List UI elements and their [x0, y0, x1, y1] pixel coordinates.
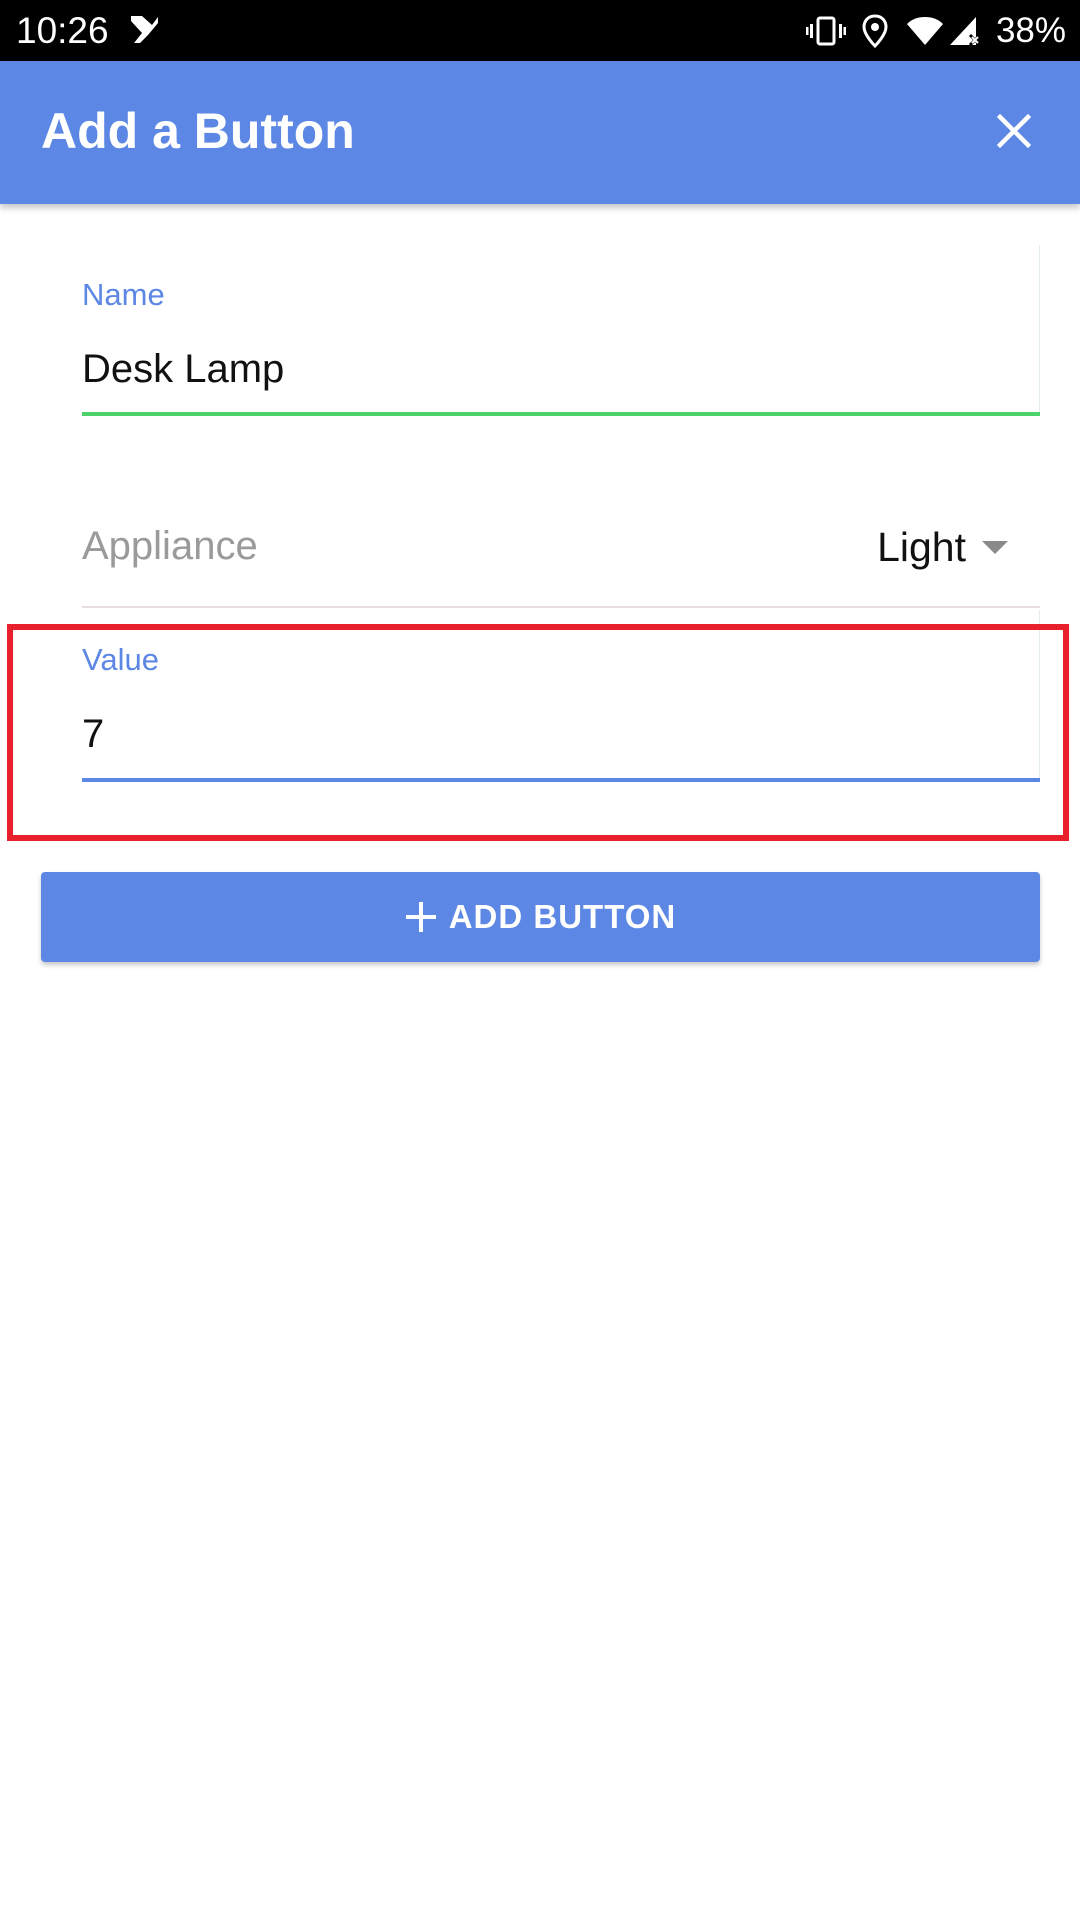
status-time: 10:26 [16, 10, 109, 51]
name-field-edge [1039, 245, 1040, 415]
close-button[interactable] [982, 99, 1046, 163]
name-field[interactable]: Name [82, 245, 1040, 420]
appliance-select[interactable]: Light [877, 524, 1008, 571]
add-button[interactable]: ADD BUTTON [41, 872, 1040, 962]
app-notification-icon [128, 13, 160, 45]
name-underline [82, 412, 1040, 416]
dropdown-arrow-icon [982, 540, 1008, 554]
vibrate-icon [805, 15, 846, 47]
page-title: Add a Button [41, 103, 355, 159]
battery-percent: 38% [995, 11, 1066, 50]
cell-signal-icon [948, 15, 982, 47]
wifi-icon [906, 16, 944, 46]
appliance-label: Appliance [82, 524, 258, 568]
screen: 10:26 38% Add a Button Name Desk Lamp Ap… [0, 0, 1080, 1920]
name-input[interactable] [82, 345, 982, 393]
status-icons: 38% [805, 8, 1066, 54]
add-button-label: ADD BUTTON [448, 898, 677, 935]
close-icon [997, 114, 1031, 148]
status-bar: 10:26 38% [0, 0, 1080, 61]
location-icon [862, 14, 888, 48]
appliance-selected-value: Light [877, 524, 966, 570]
highlight-box [7, 624, 1069, 841]
plus-icon [405, 902, 436, 932]
app-bar: Add a Button [0, 61, 1080, 204]
appliance-underline [82, 606, 1040, 608]
name-label: Name [82, 277, 165, 312]
